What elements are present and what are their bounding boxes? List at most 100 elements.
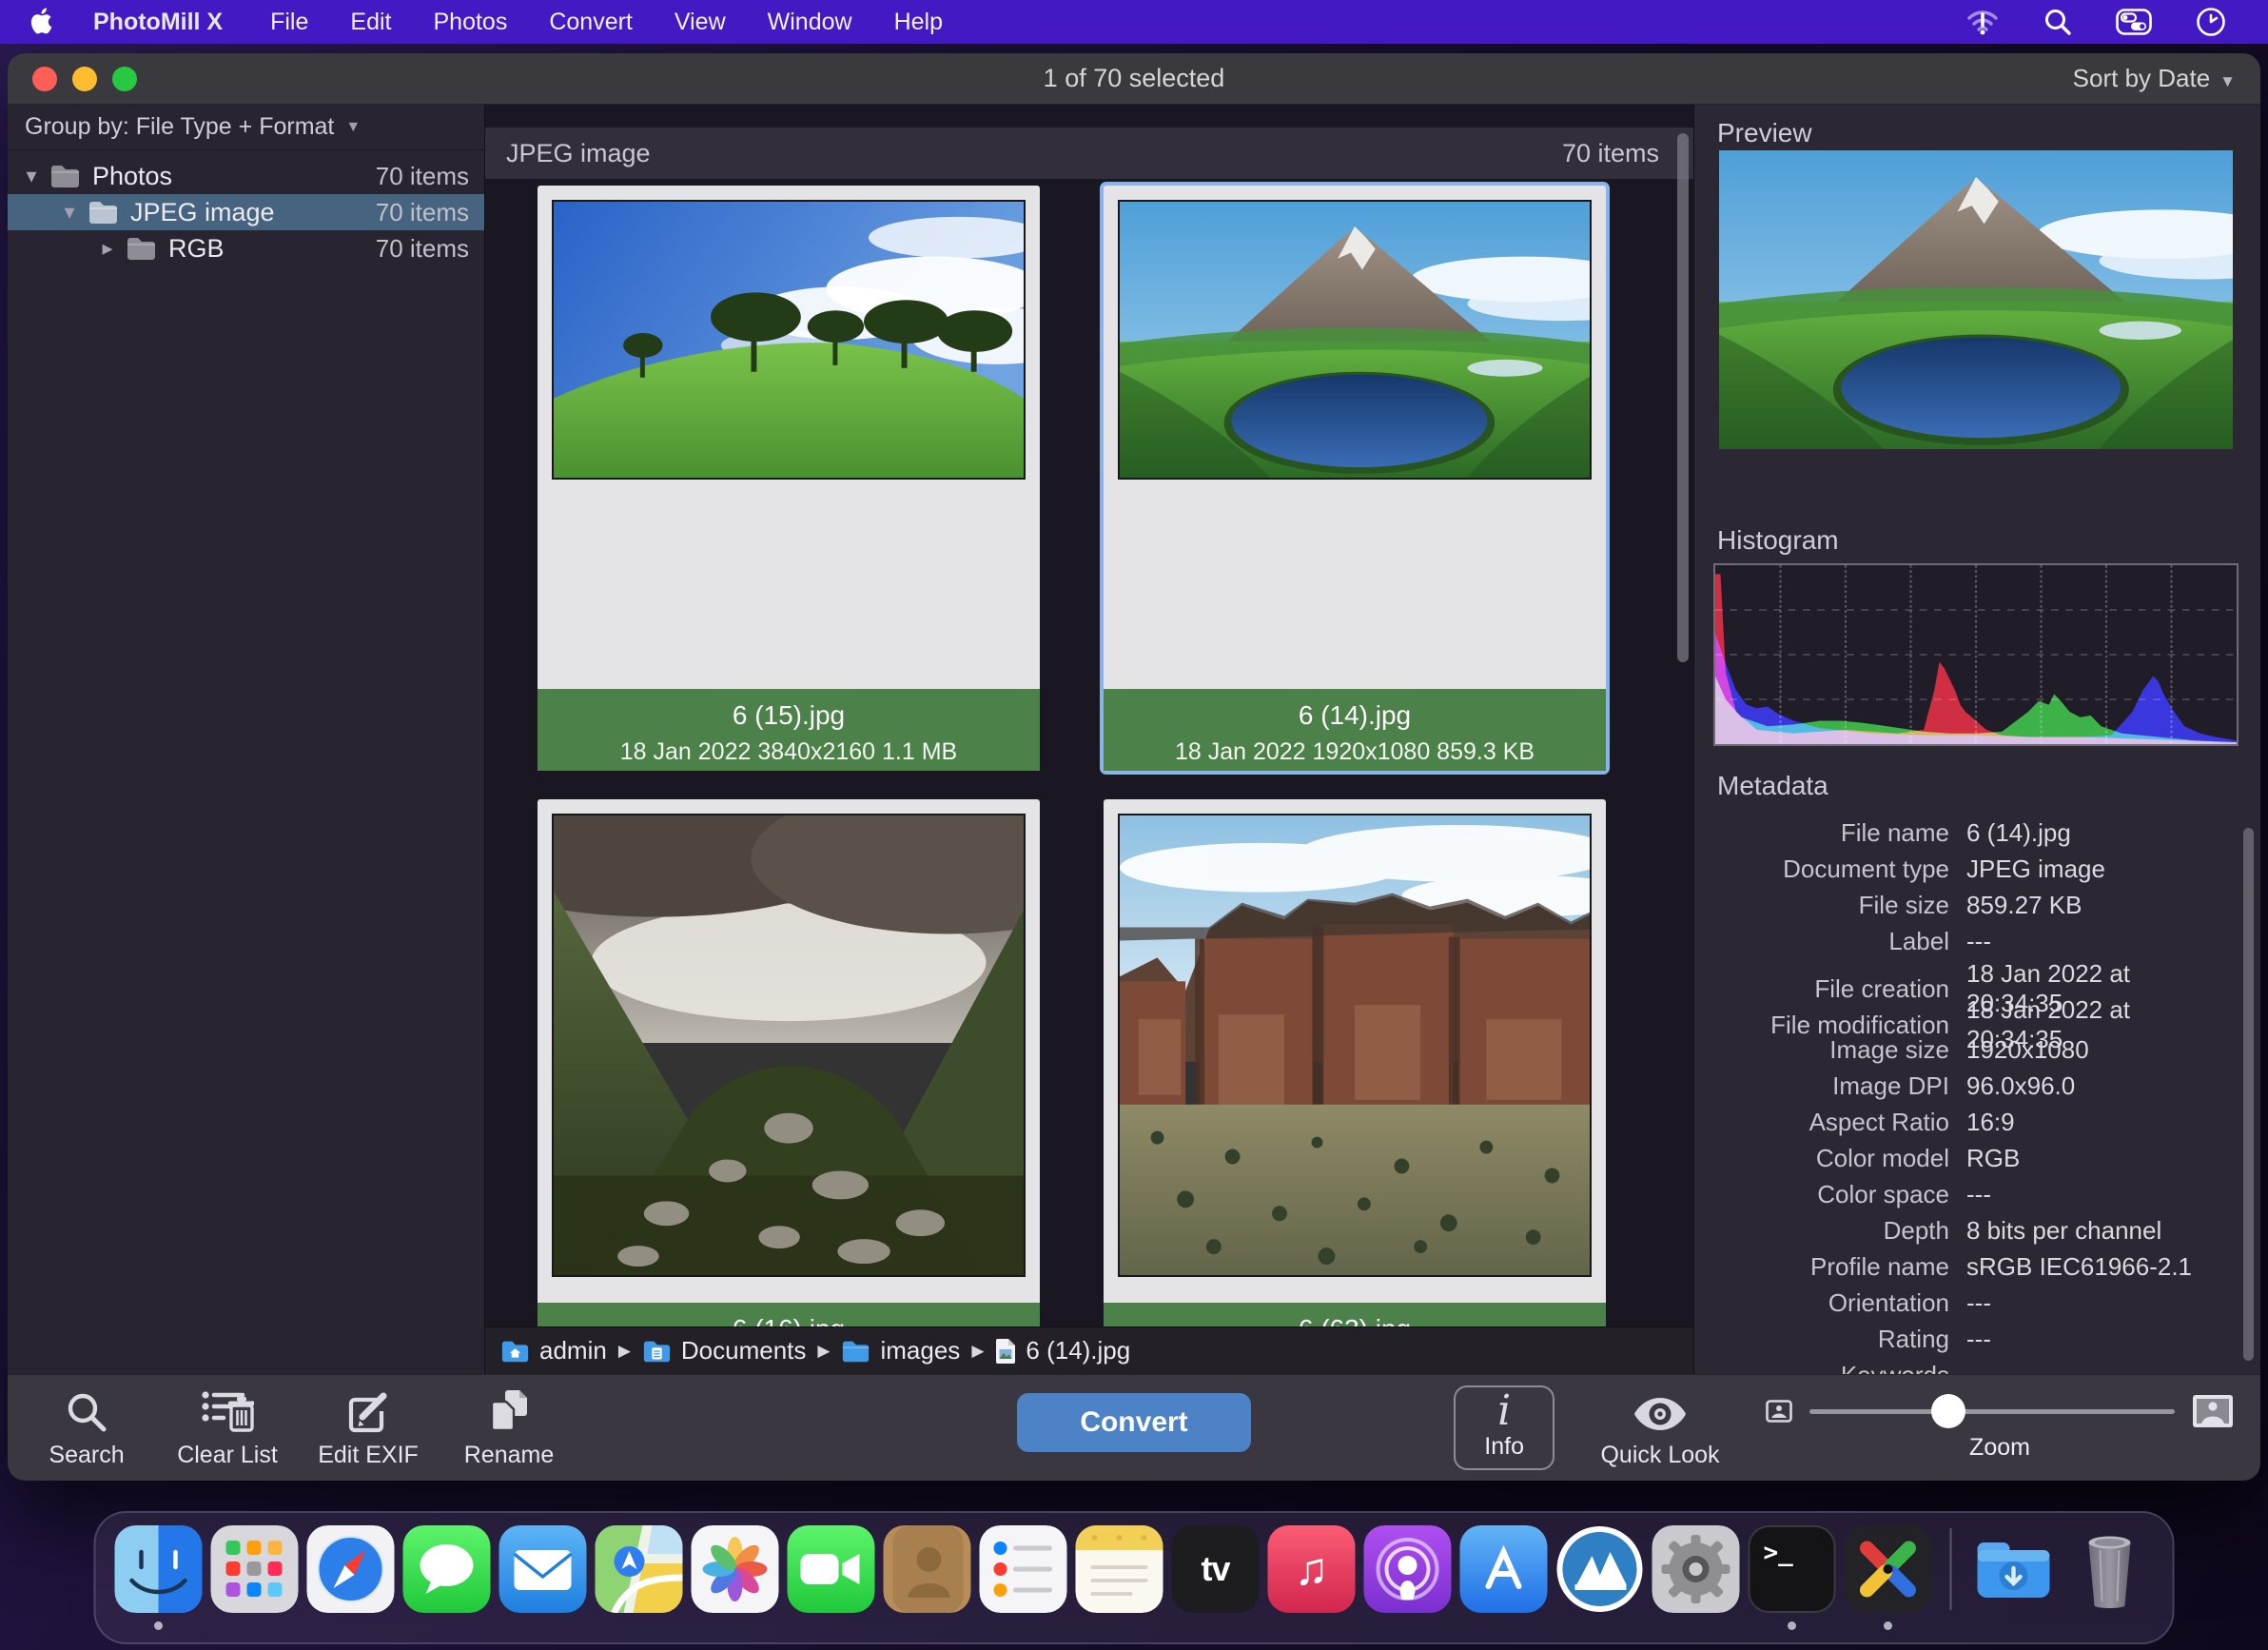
dock-settings-icon[interactable]: [1652, 1525, 1740, 1613]
metadata-row: Rating---: [1694, 1321, 2232, 1357]
dock-photos-icon[interactable]: [692, 1525, 779, 1613]
dock-trash-icon[interactable]: [2066, 1525, 2154, 1613]
rename-button[interactable]: Rename: [453, 1386, 565, 1469]
metadata-value: 8 bits per channel: [1966, 1216, 2232, 1246]
preview-section-title: Preview: [1717, 118, 1812, 148]
search-icon[interactable]: [2043, 8, 2072, 36]
thumbnail-card-selected[interactable]: 6 (14).jpg 18 Jan 2022 1920x1080 859.3 K…: [1104, 186, 1606, 771]
folder-icon: [126, 236, 157, 261]
dock-messages-icon[interactable]: [403, 1525, 491, 1613]
button-label: Rename: [464, 1442, 555, 1469]
info-button[interactable]: i Info: [1454, 1385, 1554, 1470]
metadata-label: Rating: [1694, 1325, 1949, 1354]
metadata-value: 859.27 KB: [1966, 891, 2232, 920]
thumbnail-image: [552, 200, 1026, 480]
button-label: Clear List: [177, 1442, 278, 1469]
zoom-slider-knob[interactable]: [1931, 1394, 1965, 1428]
apple-menu-icon[interactable]: [29, 8, 61, 36]
disclosure-chevron-icon[interactable]: [55, 200, 84, 225]
convert-button[interactable]: Convert: [1017, 1393, 1251, 1452]
menu-file[interactable]: File: [270, 9, 308, 36]
search-button[interactable]: Search: [30, 1386, 143, 1469]
menu-convert[interactable]: Convert: [549, 9, 633, 36]
documents-folder-icon: [642, 1339, 672, 1364]
disclosure-chevron-icon[interactable]: [17, 164, 46, 188]
dock-mountain-app-icon[interactable]: [1556, 1525, 1644, 1613]
button-label: Search: [49, 1442, 124, 1469]
metadata-label: File size: [1694, 891, 1949, 920]
metadata-value: ---: [1966, 1288, 2232, 1318]
sidebar-item-label: JPEG image: [130, 198, 275, 227]
dock-facetime-icon[interactable]: [788, 1525, 875, 1613]
metadata-row: Image size1920x1080: [1694, 1031, 2232, 1068]
thumbnail-label: 6 (14).jpg 18 Jan 2022 1920x1080 859.3 K…: [1104, 689, 1606, 771]
thumbnail-image: [1118, 200, 1592, 480]
breadcrumb-item-admin[interactable]: admin: [500, 1336, 607, 1365]
menu-window[interactable]: Window: [768, 9, 852, 36]
selection-status: 1 of 70 selected: [8, 64, 2260, 93]
metadata-label: Orientation: [1694, 1288, 1949, 1318]
metadata-value: JPEG image: [1966, 854, 2232, 884]
thumbnail-label: 6 (16).jpg: [538, 1303, 1040, 1326]
sort-by-dropdown[interactable]: Sort by Date: [2073, 64, 2236, 93]
button-label: Edit EXIF: [318, 1442, 419, 1469]
menu-view[interactable]: View: [675, 9, 726, 36]
metadata-row: Color space---: [1694, 1176, 2232, 1212]
group-header: JPEG image 70 items: [485, 128, 1693, 179]
dock-finder-icon[interactable]: [115, 1525, 203, 1613]
disclosure-chevron-icon[interactable]: [93, 236, 122, 261]
breadcrumb-item-images[interactable]: images: [841, 1336, 960, 1365]
dock-contacts-icon[interactable]: [884, 1525, 971, 1613]
dock-downloads-icon[interactable]: [1970, 1525, 2058, 1613]
metadata-value: 96.0x96.0: [1966, 1071, 2232, 1101]
dock-safari-icon[interactable]: [307, 1525, 395, 1613]
dock-launchpad-icon[interactable]: [211, 1525, 299, 1613]
thumbnail-card[interactable]: 6 (15).jpg 18 Jan 2022 3840x2160 1.1 MB: [538, 186, 1040, 771]
sidebar-item-photos[interactable]: Photos 70 items: [8, 158, 484, 194]
zoom-control: Zoom: [1766, 1394, 2234, 1462]
active-app-name[interactable]: PhotoMill X: [93, 9, 223, 36]
thumbnail-card[interactable]: 6 (16).jpg: [538, 799, 1040, 1326]
metadata-label: File name: [1694, 818, 1949, 848]
menu-photos[interactable]: Photos: [434, 9, 508, 36]
group-header-count: 70 items: [1562, 139, 1672, 168]
metadata-scrollbar[interactable]: [2243, 828, 2254, 1361]
window-titlebar[interactable]: 1 of 70 selected Sort by Date: [8, 53, 2260, 105]
wifi-alert-icon[interactable]: [1965, 7, 2000, 37]
breadcrumb-item-file[interactable]: 6 (14).jpg: [995, 1336, 1130, 1365]
sidebar-item-label: Photos: [92, 162, 172, 191]
sidebar-item-label: RGB: [168, 234, 225, 264]
breadcrumb-item-documents[interactable]: Documents: [642, 1336, 807, 1365]
clear-list-button[interactable]: Clear List: [171, 1386, 284, 1469]
dock-podcasts-icon[interactable]: [1364, 1525, 1452, 1613]
sidebar-item-rgb[interactable]: RGB 70 items: [8, 230, 484, 266]
control-center-icon[interactable]: [2116, 9, 2152, 35]
item-count: 70 items: [376, 234, 469, 264]
sidebar-item-jpeg-image[interactable]: JPEG image 70 items: [8, 194, 484, 230]
menu-help[interactable]: Help: [894, 9, 943, 36]
content-scrollbar[interactable]: [1677, 133, 1689, 662]
thumbnail-card[interactable]: 6 (63).jpg: [1104, 799, 1606, 1326]
dock-maps-icon[interactable]: [596, 1525, 683, 1613]
dock-reminders-icon[interactable]: [980, 1525, 1067, 1613]
dock-mail-icon[interactable]: [499, 1525, 587, 1613]
menu-edit[interactable]: Edit: [350, 9, 391, 36]
breadcrumb-label: admin: [539, 1336, 607, 1365]
zoom-slider[interactable]: [1809, 1409, 2175, 1414]
clock-icon[interactable]: [2196, 7, 2226, 37]
quick-look-button[interactable]: Quick Look: [1589, 1386, 1731, 1469]
dock-tv-icon[interactable]: tv: [1172, 1525, 1260, 1613]
button-label: Info: [1484, 1433, 1524, 1461]
dock-appstore-icon[interactable]: [1460, 1525, 1548, 1613]
search-icon: [65, 1386, 108, 1434]
dock-terminal-icon[interactable]: >_: [1749, 1525, 1836, 1613]
metadata-value: ---: [1966, 927, 2232, 956]
dock-music-icon[interactable]: ♫: [1268, 1525, 1356, 1613]
documents-icon: [485, 1386, 533, 1434]
dock-notes-icon[interactable]: [1076, 1525, 1163, 1613]
metadata-value: 1920x1080: [1966, 1035, 2232, 1065]
dock-photomill-icon[interactable]: [1845, 1525, 1932, 1613]
group-by-dropdown[interactable]: Group by: File Type + Format: [8, 105, 484, 150]
metadata-row: File name6 (14).jpg: [1694, 815, 2232, 851]
edit-exif-button[interactable]: Edit EXIF: [312, 1386, 424, 1469]
